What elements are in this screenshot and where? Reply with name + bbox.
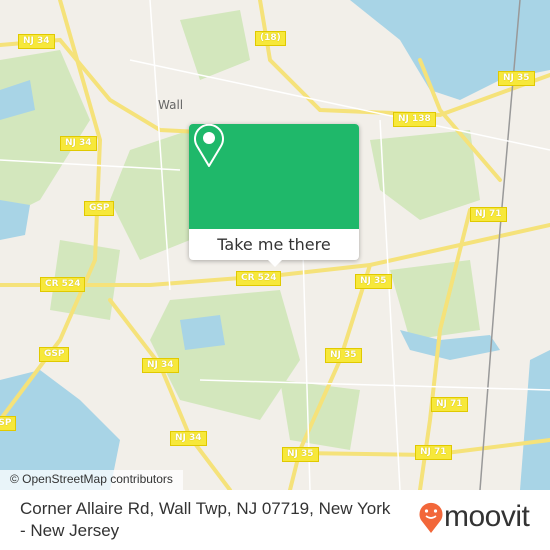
address-text: Corner Allaire Rd, Wall Twp, NJ 07719, N… (20, 499, 391, 540)
location-popup: Take me there (189, 124, 359, 267)
place-label-wall: Wall (158, 98, 184, 112)
road-shield: NJ 35 (325, 348, 362, 363)
road-shield: NJ 35 (498, 71, 535, 86)
road-shield: (18) (255, 31, 286, 46)
road-shield: NJ 71 (431, 397, 468, 412)
road-shield: CR 524 (236, 271, 282, 286)
footer: Corner Allaire Rd, Wall Twp, NJ 07719, N… (0, 490, 550, 550)
moovit-pin-icon (419, 502, 443, 533)
moovit-logo[interactable]: moovit (418, 500, 530, 534)
road-shield: GSP (39, 347, 70, 362)
road-shield: CR 524 (40, 277, 86, 292)
take-me-there-button[interactable]: Take me there (189, 229, 359, 260)
road-shield: NJ 138 (393, 112, 436, 127)
road-shield: GSP (0, 416, 17, 431)
map-attribution[interactable]: © OpenStreetMap contributors (0, 470, 183, 490)
moovit-wordmark: moovit (444, 500, 530, 533)
map-pin-icon (194, 124, 224, 167)
popup-header (189, 124, 359, 229)
map[interactable]: Wall NJ 34 (18) NJ 35 NJ 138 NJ 34 GSP N… (0, 0, 550, 490)
road-shield: NJ 34 (142, 358, 179, 373)
road-shield: NJ 35 (282, 447, 319, 462)
road-shield: NJ 71 (415, 445, 452, 460)
road-shield: NJ 34 (18, 34, 55, 49)
road-shield: GSP (84, 201, 115, 216)
road-shield: NJ 35 (355, 274, 392, 289)
road-shield: NJ 34 (170, 431, 207, 446)
road-shield: NJ 34 (60, 136, 97, 151)
road-shield: NJ 71 (470, 207, 507, 222)
